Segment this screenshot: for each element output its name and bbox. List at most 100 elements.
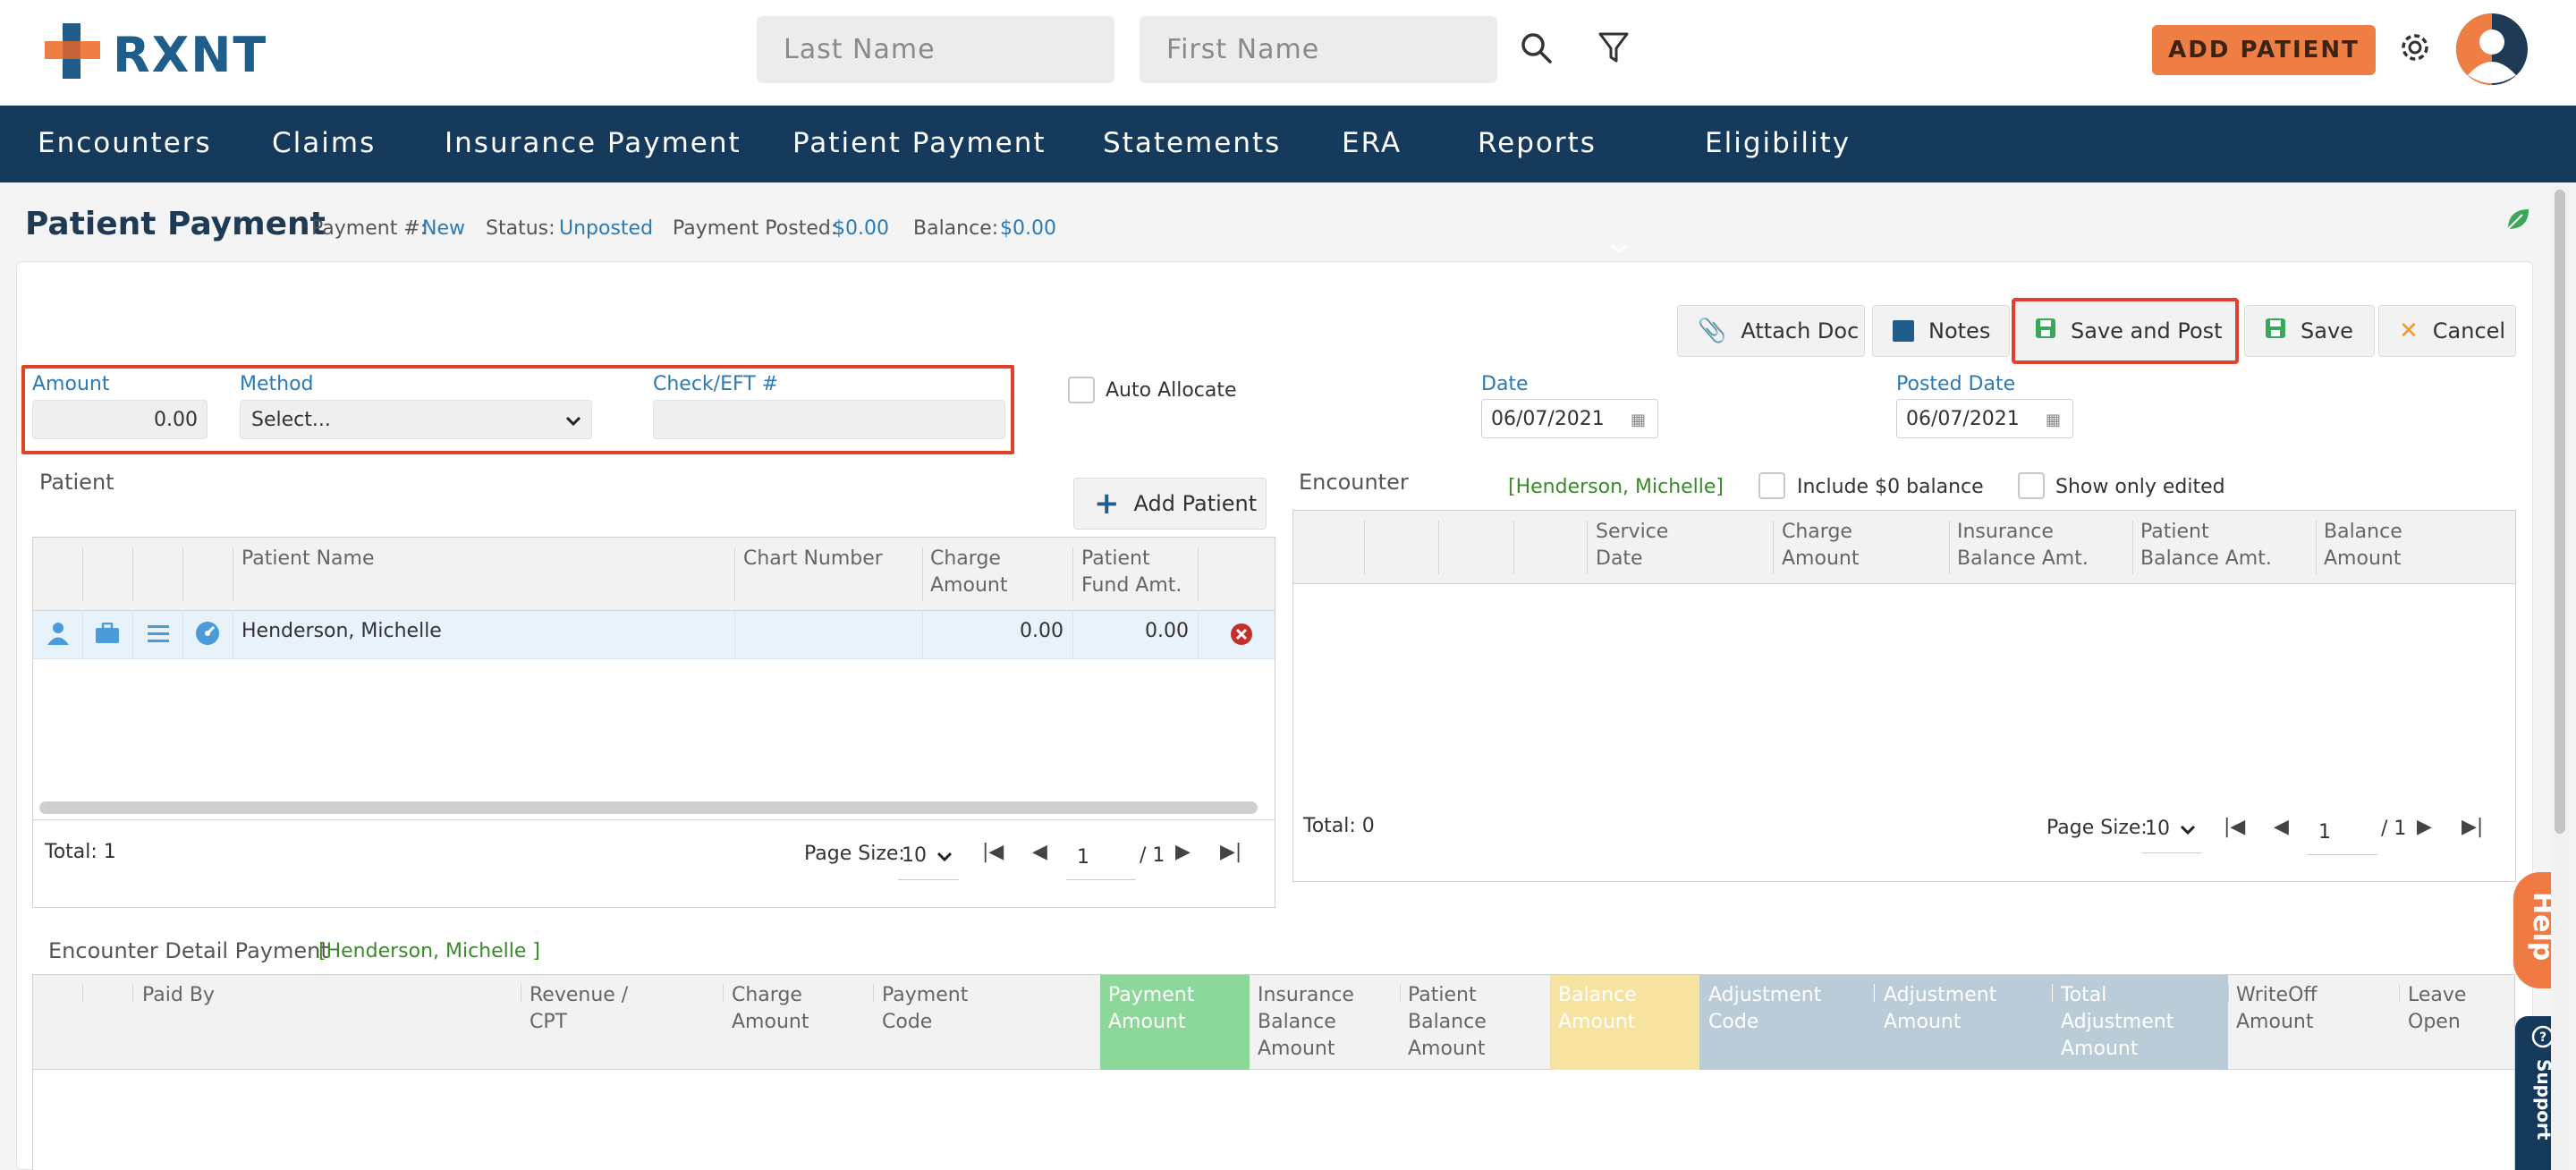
include-zero-balance-checkbox[interactable]	[1758, 472, 1785, 499]
col-payment-code-1[interactable]: Payment	[882, 982, 968, 1009]
col-payment-amount-1[interactable]: Payment	[1108, 982, 1194, 1009]
logo-text[interactable]: RXNT	[113, 27, 267, 83]
dashboard-gauge-icon[interactable]	[195, 621, 220, 649]
col-writeoff-2[interactable]: Amount	[2236, 1009, 2313, 1036]
user-avatar[interactable]	[2455, 13, 2529, 86]
nav-eligibility[interactable]: Eligibility	[1705, 127, 1851, 159]
show-only-edited-checkbox[interactable]	[2018, 472, 2045, 499]
previous-page-icon[interactable]: ◀	[1032, 841, 1047, 863]
col-chart-number[interactable]: Chart Number	[743, 546, 883, 572]
col-paid-by[interactable]: Paid By	[142, 982, 215, 1009]
last-name-input[interactable]	[757, 16, 1114, 83]
col-service-date-2[interactable]: Date	[1596, 546, 1643, 572]
col-patient-fund-1[interactable]: Patient	[1081, 546, 1150, 572]
col-detail-charge-1[interactable]: Charge	[732, 982, 802, 1009]
attach-doc-button[interactable]: 📎 Attach Doc	[1677, 305, 1865, 357]
nav-era[interactable]: ERA	[1342, 127, 1402, 159]
calendar-icon[interactable]: ▦	[2046, 411, 2061, 429]
col-enc-charge-1[interactable]: Charge	[1782, 519, 1852, 546]
list-icon[interactable]	[147, 623, 170, 647]
page-size-label: Page Size:	[804, 843, 905, 865]
col-detail-balance-2[interactable]: Amount	[1558, 1009, 1635, 1036]
col-total-adjustment-3[interactable]: Amount	[2061, 1036, 2138, 1063]
posted-date-input[interactable]: 06/07/2021 ▦	[1896, 399, 2073, 438]
add-patient-header-button[interactable]: ADD PATIENT	[2152, 25, 2376, 75]
col-leave-open-2[interactable]: Open	[2408, 1009, 2461, 1036]
first-page-icon[interactable]: |◀	[2224, 816, 2245, 838]
col-detail-ins-balance-1[interactable]: Insurance	[1258, 982, 1354, 1009]
filter-icon[interactable]	[1597, 30, 1630, 66]
col-balance-amount-1[interactable]: Balance	[2324, 519, 2402, 546]
chevron-down-icon[interactable]	[1608, 240, 1630, 258]
col-pat-balance-1[interactable]: Patient	[2140, 519, 2209, 546]
col-ins-balance-2[interactable]: Balance Amt.	[1957, 546, 2089, 572]
search-icon[interactable]	[1519, 30, 1555, 66]
nav-reports[interactable]: Reports	[1478, 127, 1597, 159]
briefcase-icon[interactable]	[95, 622, 120, 648]
col-service-date-1[interactable]: Service	[1596, 519, 1668, 546]
date-input[interactable]: 06/07/2021 ▦	[1481, 399, 1658, 438]
save-and-post-button[interactable]: Save and Post	[2012, 298, 2239, 364]
amount-input[interactable]: 0.00	[32, 400, 208, 439]
show-only-edited-label: Show only edited	[2055, 476, 2225, 498]
col-leave-open-1[interactable]: Leave	[2408, 982, 2466, 1009]
col-revenue-cpt-2[interactable]: CPT	[530, 1009, 567, 1036]
auto-allocate-checkbox[interactable]	[1068, 377, 1095, 403]
gear-icon[interactable]	[2397, 30, 2433, 65]
col-patient-name[interactable]: Patient Name	[242, 546, 375, 572]
remove-circle-icon[interactable]	[1230, 623, 1253, 649]
col-detail-ins-balance-3[interactable]: Amount	[1258, 1036, 1335, 1063]
nav-encounters[interactable]: Encounters	[38, 127, 212, 159]
col-detail-charge-2[interactable]: Amount	[732, 1009, 809, 1036]
col-detail-ins-balance-2[interactable]: Balance	[1258, 1009, 1336, 1036]
save-button[interactable]: Save	[2244, 305, 2375, 357]
next-page-icon[interactable]: ▶	[2417, 816, 2432, 838]
check-eft-input[interactable]	[653, 400, 1005, 439]
cancel-button[interactable]: ✕ Cancel	[2378, 305, 2516, 357]
vertical-scrollbar-thumb[interactable]	[2555, 190, 2565, 834]
leaf-icon[interactable]	[2504, 206, 2531, 233]
first-name-input[interactable]	[1140, 16, 1497, 83]
col-balance-amount-2[interactable]: Amount	[2324, 546, 2401, 572]
page-size-select[interactable]: 10	[898, 843, 959, 880]
enc-page-number-input[interactable]: 1	[2308, 816, 2377, 855]
method-select[interactable]: Select...	[240, 400, 592, 439]
col-adjustment-amount-1[interactable]: Adjustment	[1884, 982, 1996, 1009]
col-charge-amount-1[interactable]: Charge	[930, 546, 1001, 572]
col-payment-code-2[interactable]: Code	[882, 1009, 932, 1036]
user-icon[interactable]	[47, 621, 70, 649]
enc-page-size-select[interactable]: 10	[2141, 816, 2202, 853]
col-detail-balance-1[interactable]: Balance	[1558, 982, 1637, 1009]
calendar-icon[interactable]: ▦	[1631, 411, 1646, 429]
nav-patient-payment[interactable]: Patient Payment	[792, 127, 1046, 159]
col-detail-pat-balance-3[interactable]: Amount	[1408, 1036, 1485, 1063]
last-page-icon[interactable]: ▶|	[2462, 816, 2483, 838]
col-adjustment-code-2[interactable]: Code	[1708, 1009, 1758, 1036]
col-ins-balance-1[interactable]: Insurance	[1957, 519, 2054, 546]
col-revenue-cpt-1[interactable]: Revenue /	[530, 982, 628, 1009]
col-total-adjustment-1[interactable]: Total	[2061, 982, 2106, 1009]
col-adjustment-amount-2[interactable]: Amount	[1884, 1009, 1961, 1036]
col-patient-fund-2[interactable]: Fund Amt.	[1081, 572, 1182, 599]
nav-insurance-payment[interactable]: Insurance Payment	[445, 127, 741, 159]
nav-statements[interactable]: Statements	[1103, 127, 1281, 159]
horizontal-scrollbar[interactable]	[39, 801, 1258, 814]
notes-button[interactable]: Notes	[1872, 305, 2010, 357]
col-enc-charge-2[interactable]: Amount	[1782, 546, 1859, 572]
col-detail-pat-balance-2[interactable]: Balance	[1408, 1009, 1487, 1036]
page-number-input[interactable]: 1	[1066, 841, 1136, 880]
rxnt-logo-icon[interactable]	[41, 20, 104, 82]
first-page-icon[interactable]: |◀	[982, 841, 1004, 863]
next-page-icon[interactable]: ▶	[1175, 841, 1191, 863]
col-payment-amount-2[interactable]: Amount	[1108, 1009, 1185, 1036]
col-total-adjustment-2[interactable]: Adjustment	[2061, 1009, 2174, 1036]
previous-page-icon[interactable]: ◀	[2274, 816, 2289, 838]
col-writeoff-1[interactable]: WriteOff	[2236, 982, 2318, 1009]
add-patient-button[interactable]: + Add Patient	[1073, 478, 1267, 530]
col-detail-pat-balance-1[interactable]: Patient	[1408, 982, 1477, 1009]
col-charge-amount-2[interactable]: Amount	[930, 572, 1007, 599]
col-pat-balance-2[interactable]: Balance Amt.	[2140, 546, 2272, 572]
nav-claims[interactable]: Claims	[272, 127, 376, 159]
col-adjustment-code-1[interactable]: Adjustment	[1708, 982, 1821, 1009]
last-page-icon[interactable]: ▶|	[1220, 841, 1241, 863]
